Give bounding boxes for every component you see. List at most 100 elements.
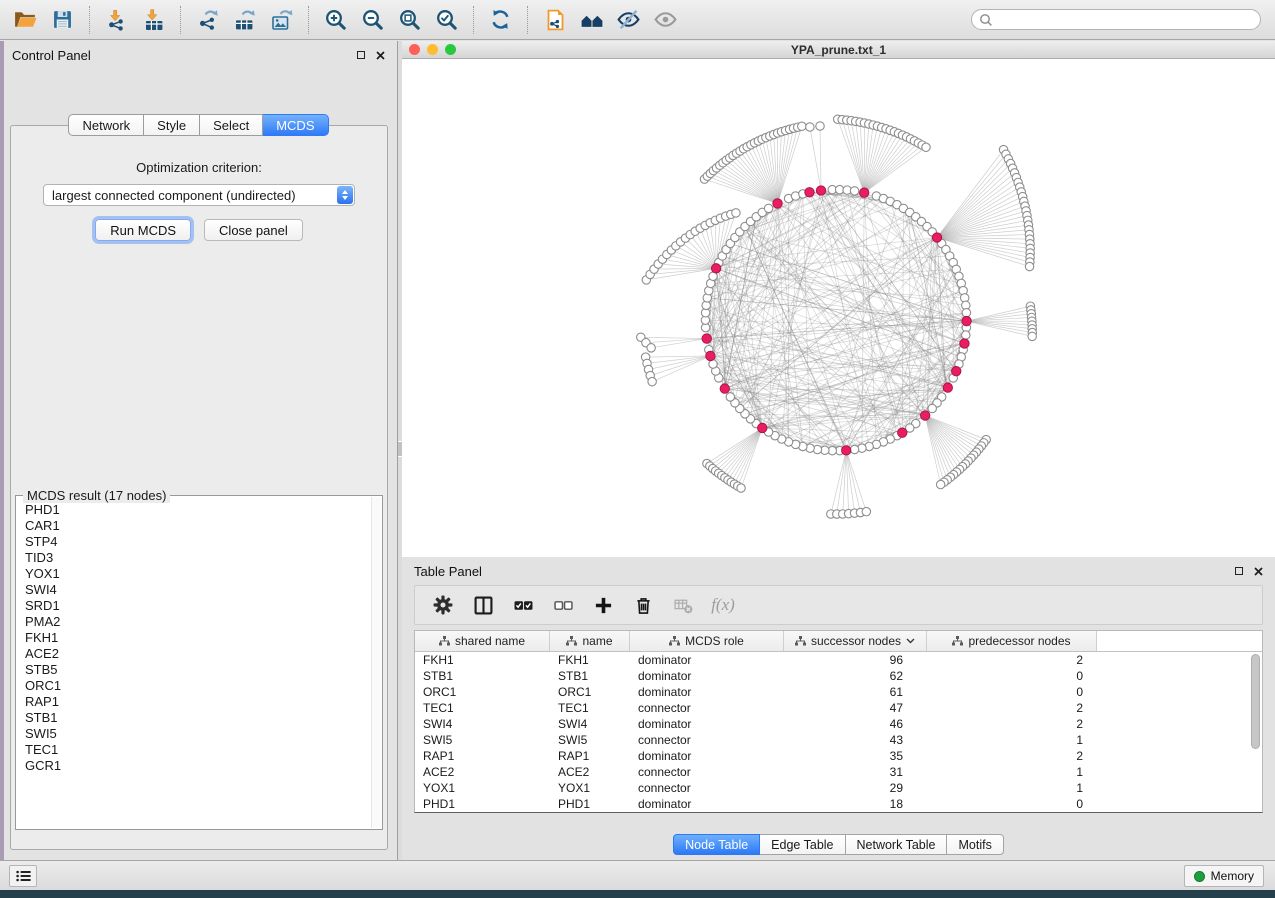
close-panel-button[interactable]: Close panel (204, 219, 303, 241)
mcds-hub-node[interactable] (758, 423, 767, 432)
satellite-node[interactable] (806, 123, 814, 131)
column-header-name[interactable]: name (550, 631, 630, 651)
satellite-node[interactable] (936, 480, 944, 488)
satellite-node[interactable] (737, 484, 745, 492)
refresh-layout-button[interactable] (482, 4, 519, 36)
mcds-result-item[interactable]: STP4 (25, 534, 370, 550)
zoom-selected-button[interactable] (428, 4, 465, 36)
zoom-out-button[interactable] (354, 4, 391, 36)
close-panel-icon[interactable] (1254, 567, 1263, 576)
first-neighbors-button[interactable] (573, 4, 610, 36)
table-scrollbar[interactable] (1250, 653, 1261, 811)
status-menu-button[interactable] (9, 865, 37, 887)
mcds-hub-node[interactable] (816, 186, 825, 195)
network-node[interactable] (928, 404, 936, 412)
mcds-result-item[interactable]: GCR1 (25, 758, 370, 774)
network-node[interactable] (962, 309, 970, 317)
satellite-node[interactable] (862, 507, 870, 515)
mcds-hub-node[interactable] (920, 411, 929, 420)
mcds-result-item[interactable]: STB1 (25, 710, 370, 726)
delete-table-button[interactable] (663, 589, 703, 621)
table-row[interactable]: RAP1RAP1dominator352 (415, 748, 1262, 764)
select-all-rows-button[interactable] (503, 589, 543, 621)
mcds-result-item[interactable]: TEC1 (25, 742, 370, 758)
satellite-node[interactable] (816, 122, 824, 130)
close-window-icon[interactable] (409, 44, 420, 55)
memory-button[interactable]: Memory (1184, 865, 1264, 887)
export-table-button[interactable] (226, 4, 263, 36)
hide-selected-button[interactable] (610, 4, 647, 36)
network-node[interactable] (850, 187, 858, 195)
mcds-hub-node[interactable] (842, 446, 851, 455)
table-row[interactable]: TEC1TEC1connector472 (415, 700, 1262, 716)
search-input[interactable] (993, 13, 1253, 27)
mcds-result-item[interactable]: FKH1 (25, 630, 370, 646)
satellite-node[interactable] (922, 143, 930, 151)
satellite-node[interactable] (732, 209, 740, 217)
mcds-result-item[interactable]: PHD1 (25, 502, 370, 518)
open-session-button[interactable] (7, 4, 44, 36)
tab-node-table[interactable]: Node Table (673, 834, 760, 855)
delete-column-button[interactable] (623, 589, 663, 621)
mcds-hub-node[interactable] (898, 428, 907, 437)
mcds-list-scrollbar[interactable] (371, 497, 381, 828)
network-canvas[interactable] (402, 59, 1275, 559)
search-box[interactable] (971, 9, 1261, 30)
run-mcds-button[interactable]: Run MCDS (95, 219, 191, 241)
maximize-window-icon[interactable] (445, 44, 456, 55)
network-node[interactable] (726, 393, 734, 401)
mcds-result-item[interactable]: RAP1 (25, 694, 370, 710)
mcds-hub-node[interactable] (711, 264, 720, 273)
tab-motifs[interactable]: Motifs (947, 834, 1003, 855)
mcds-hub-node[interactable] (859, 188, 868, 197)
mcds-hub-node[interactable] (702, 334, 711, 343)
minimize-window-icon[interactable] (427, 44, 438, 55)
mcds-result-item[interactable]: ORC1 (25, 678, 370, 694)
mcds-hub-node[interactable] (720, 384, 729, 393)
optimization-criterion-select[interactable]: largest connected component (undirected) (43, 184, 355, 206)
mcds-hub-node[interactable] (960, 339, 969, 348)
mcds-result-item[interactable]: ACE2 (25, 646, 370, 662)
mcds-hub-node[interactable] (932, 233, 941, 242)
export-network-button[interactable] (189, 4, 226, 36)
column-header-shared-name[interactable]: shared name (415, 631, 550, 651)
column-header-MCDS-role[interactable]: MCDS role (630, 631, 784, 651)
tab-style[interactable]: Style (144, 114, 200, 136)
column-header-successor-nodes[interactable]: successor nodes (784, 631, 927, 651)
zoom-fit-button[interactable] (391, 4, 428, 36)
network-node[interactable] (850, 445, 858, 453)
export-image-button[interactable] (263, 4, 300, 36)
import-network-button[interactable] (98, 4, 135, 36)
network-node[interactable] (709, 360, 717, 368)
mcds-result-item[interactable]: SWI5 (25, 726, 370, 742)
table-scrollbar-thumb[interactable] (1251, 654, 1260, 749)
table-row[interactable]: YOX1YOX1connector291 (415, 780, 1262, 796)
tab-select[interactable]: Select (200, 114, 263, 136)
mcds-result-item[interactable]: TID3 (25, 550, 370, 566)
function-builder-button[interactable]: f(x) (703, 589, 743, 621)
mcds-result-item[interactable]: STB5 (25, 662, 370, 678)
mcds-result-item[interactable]: PMA2 (25, 614, 370, 630)
network-node[interactable] (962, 331, 970, 339)
mcds-hub-node[interactable] (962, 316, 971, 325)
satellite-node[interactable] (798, 122, 806, 130)
mcds-hub-node[interactable] (943, 383, 952, 392)
add-column-button[interactable] (583, 589, 623, 621)
table-row[interactable]: STB1STB1dominator620 (415, 668, 1262, 684)
tab-mcds[interactable]: MCDS (263, 114, 328, 136)
satellite-node[interactable] (647, 344, 655, 352)
table-row[interactable]: ORC1ORC1dominator610 (415, 684, 1262, 700)
mcds-result-item[interactable]: CAR1 (25, 518, 370, 534)
network-window-titlebar[interactable]: YPA_prune.txt_1 (402, 41, 1275, 59)
table-row[interactable]: FKH1FKH1dominator962 (415, 652, 1262, 668)
satellite-node[interactable] (648, 377, 656, 385)
mcds-hub-node[interactable] (706, 351, 715, 360)
mcds-result-item[interactable]: SRD1 (25, 598, 370, 614)
column-header-predecessor-nodes[interactable]: predecessor nodes (927, 631, 1097, 651)
table-row[interactable]: SWI5SWI5connector431 (415, 732, 1262, 748)
float-panel-icon[interactable] (357, 51, 365, 59)
column-settings-button[interactable] (423, 589, 463, 621)
tab-edge-table[interactable]: Edge Table (760, 834, 845, 855)
table-row[interactable]: ACE2ACE2connector311 (415, 764, 1262, 780)
split-table-button[interactable] (463, 589, 503, 621)
